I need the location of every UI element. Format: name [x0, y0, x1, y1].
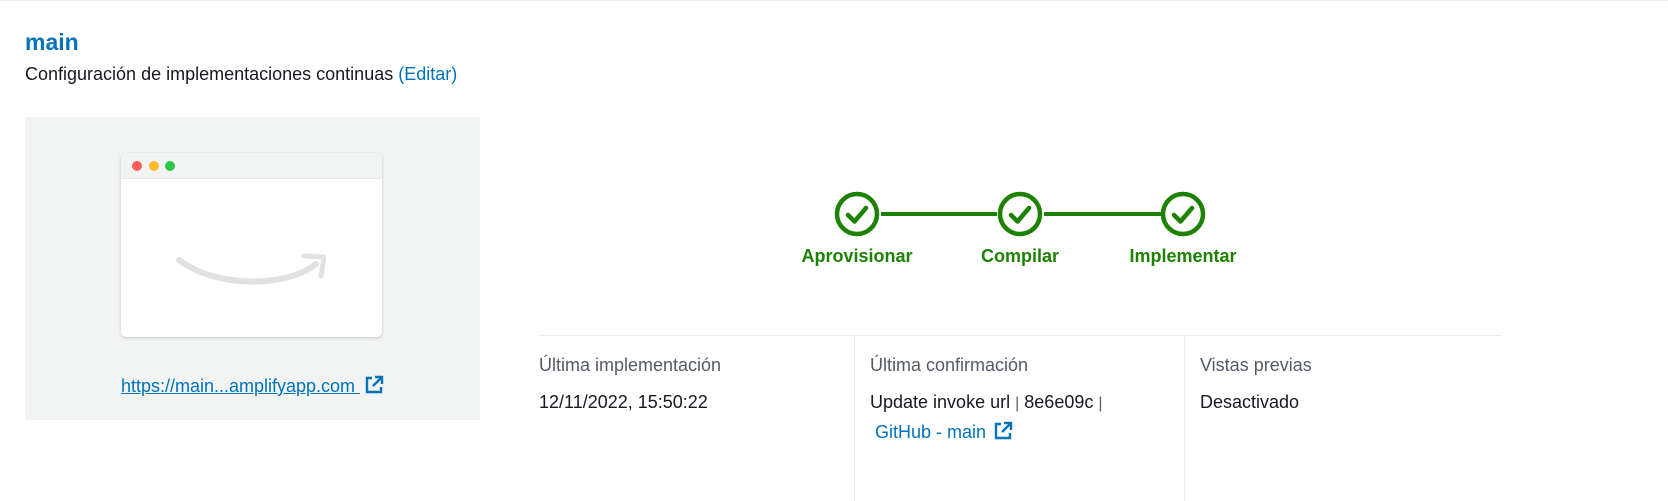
last-commit-value: Update invoke url | 8e6e09c | GitHub - m… — [870, 388, 1103, 447]
pipeline-connector — [1044, 212, 1162, 216]
previews-value: Desactivado — [1200, 392, 1300, 412]
previews-key: Vistas previas — [1200, 355, 1312, 375]
step-label-build[interactable]: Compilar — [981, 246, 1059, 267]
last-commit-column: Última confirmación Update invoke url | … — [854, 336, 1185, 501]
separator: | — [1098, 395, 1103, 412]
external-link-icon[interactable] — [993, 421, 1013, 441]
last-commit-key: Última confirmación — [870, 355, 1029, 375]
subtitle-text: Configuración de implementaciones contin… — [25, 64, 394, 84]
separator: | — [1015, 395, 1020, 412]
repo-branch-link-text: GitHub - main — [875, 422, 987, 442]
previews-column: Vistas previas Desactivado — [1184, 336, 1503, 501]
check-circle-icon — [997, 191, 1043, 237]
check-circle-icon — [1160, 191, 1206, 237]
app-url-row: https://main...amplifyapp.com — [25, 374, 480, 398]
maximize-dot-icon — [165, 161, 175, 171]
close-dot-icon — [132, 161, 142, 171]
external-link-icon[interactable] — [364, 375, 384, 395]
deploy-pipeline: Aprovisionar Compilar Implementar — [780, 190, 1300, 280]
commit-message: Update invoke url — [870, 392, 1011, 412]
pipeline-connector — [881, 212, 997, 216]
check-circle-icon — [834, 191, 880, 237]
minimize-dot-icon — [149, 161, 159, 171]
browser-window-icon — [121, 153, 382, 337]
last-deploy-column: Última implementación 12/11/2022, 15:50:… — [539, 336, 854, 501]
last-deploy-key: Última implementación — [539, 355, 722, 375]
continuous-deploy-subtitle: Configuración de implementaciones contin… — [25, 62, 457, 86]
edit-link[interactable]: (Editar) — [398, 64, 457, 84]
browser-title-bar — [121, 153, 382, 179]
last-deploy-value: 12/11/2022, 15:50:22 — [539, 392, 708, 412]
amazon-smile-logo — [176, 253, 326, 285]
repo-branch-link[interactable]: GitHub - main — [875, 422, 986, 442]
step-label-deploy[interactable]: Implementar — [1129, 246, 1236, 267]
app-url-text: https://main...amplifyapp.com — [120, 376, 361, 396]
branch-overview: main Configuración de implementaciones c… — [0, 0, 1668, 501]
app-url-link[interactable]: https://main...amplifyapp.com — [121, 376, 360, 396]
step-label-provision[interactable]: Aprovisionar — [801, 246, 912, 267]
top-divider — [0, 0, 1668, 1]
commit-hash: 8e6e09c — [1024, 392, 1094, 412]
preview-panel: https://main...amplifyapp.com — [25, 117, 480, 420]
branch-title[interactable]: main — [25, 27, 79, 57]
